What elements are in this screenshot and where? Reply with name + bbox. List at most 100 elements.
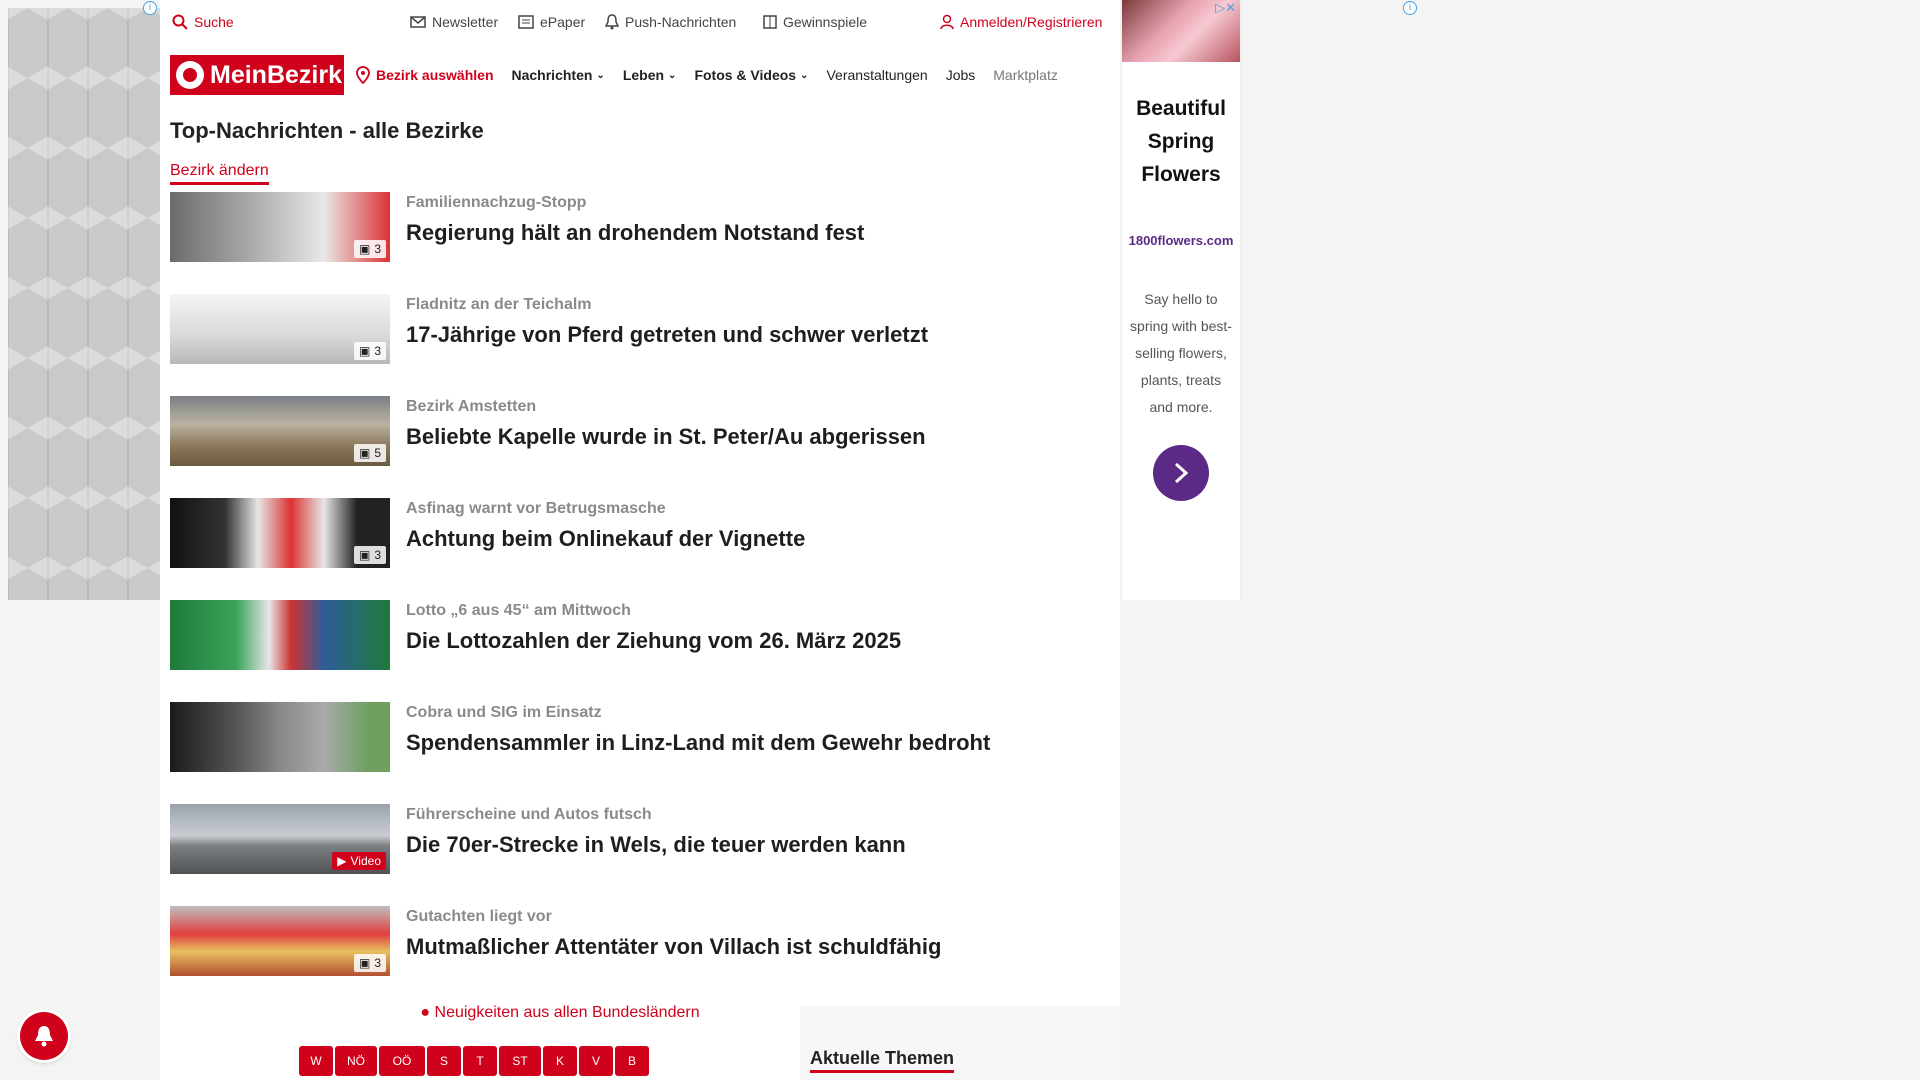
badge-count: 3 [374, 956, 381, 970]
nav-jobs[interactable]: Jobs [946, 67, 976, 83]
article-headline[interactable]: Achtung beim Onlinekauf der Vignette [406, 526, 805, 552]
logo-text: MeinBezirk [210, 60, 342, 89]
article-item[interactable]: Cobra und SIG im Einsatz Spendensammler i… [170, 702, 1110, 804]
notification-bell-button[interactable] [20, 1012, 68, 1060]
right-ad-banner[interactable]: ▷✕ Beautiful Spring Flowers 1800flowers.… [1121, 0, 1241, 600]
article-item[interactable]: ▶ Video Führerscheine und Autos futsch Die… [170, 804, 1110, 906]
topics-panel: Aktuelle Themen [800, 1006, 1120, 1080]
ad-cta-button[interactable] [1153, 445, 1209, 501]
nav-marktplatz-label: Marktplatz [993, 67, 1058, 83]
gewinnspiele-label: Gewinnspiele [783, 14, 868, 30]
article-item[interactable]: ▣ 5 Bezirk Amstetten Beliebte Kapelle wurd… [170, 396, 1110, 498]
page-title: Top-Nachrichten - alle Bezirke [170, 118, 484, 143]
gallery-icon: ▣ [358, 548, 371, 562]
nav-leben-label: Leben [622, 67, 665, 83]
article-headline[interactable]: Mutmaßlicher Attentäter von Villach ist … [406, 934, 941, 960]
gallery-icon: ▣ [358, 446, 371, 460]
login-link[interactable]: Anmelden/Registrieren [940, 14, 1102, 30]
article-headline[interactable]: Spendensammler in Linz-Land mit dem Gewe… [406, 730, 990, 756]
article-thumbnail[interactable]: ▣ 3 [170, 192, 390, 262]
article-thumbnail[interactable] [170, 702, 390, 772]
article-item[interactable]: ▣ 3 Familiennachzug-Stopp Regierung hält a… [170, 192, 1110, 294]
article-kicker: Asfinag warnt vor Betrugsmasche [406, 500, 666, 517]
article-item[interactable]: ▣ 3 Asfinag warnt vor Betrugsmasche Achtun… [170, 498, 1110, 600]
search-link[interactable]: Suche [172, 14, 234, 30]
article-thumbnail[interactable]: ▣ 3 [170, 294, 390, 364]
state-button-k[interactable]: K [543, 1046, 577, 1076]
nav-marktplatz[interactable]: Marktplatz [993, 67, 1058, 83]
epaper-link[interactable]: ePaper [518, 14, 585, 30]
user-icon [940, 14, 954, 30]
article-thumbnail[interactable] [170, 600, 390, 670]
video-badge: ▶ Video [332, 852, 386, 870]
state-button-noe[interactable]: NÖ [335, 1046, 377, 1076]
article-headline[interactable]: Beliebte Kapelle wurde in St. Peter/Au a… [406, 424, 926, 450]
gallery-icon: ▣ [358, 242, 371, 256]
bundeslaender-link[interactable]: ● Neuigkeiten aus allen Bundesländern [320, 1004, 800, 1022]
article-kicker: Familiennachzug-Stopp [406, 194, 587, 211]
logo-sun-icon [176, 61, 204, 89]
left-ad-banner[interactable] [8, 8, 160, 600]
login-label: Anmelden/Registrieren [960, 14, 1103, 30]
gallery-count-badge: ▣ 3 [353, 342, 386, 360]
main-nav: MeinBezirk Bezirk auswählen Nachrichten ⌄… [170, 54, 1110, 96]
state-button-w[interactable]: W [299, 1046, 333, 1076]
article-headline[interactable]: Die Lottozahlen der Ziehung vom 26. März… [406, 628, 901, 654]
state-button-s[interactable]: S [427, 1046, 461, 1076]
ad-info-icon-right[interactable]: i [1403, 1, 1417, 15]
article-item[interactable]: ▣ 3 Fladnitz an der Teichalm 17-Jährige vo… [170, 294, 1110, 396]
article-thumbnail[interactable]: ▣ 5 [170, 396, 390, 466]
top-bar: Suche Newsletter ePaper Push-Nachrichten… [160, 0, 1120, 46]
state-buttons: W NÖ OÖ S T ST K V B [299, 1046, 649, 1076]
chevron-down-icon: ⌄ [800, 69, 809, 81]
bezirk-select-label: Bezirk auswählen [376, 67, 494, 83]
state-button-b[interactable]: B [615, 1046, 649, 1076]
nav-leben[interactable]: Leben ⌄ [623, 67, 677, 83]
article-headline[interactable]: Die 70er-Strecke in Wels, die teuer werd… [406, 832, 906, 858]
gewinnspiele-link[interactable]: Gewinnspiele [763, 14, 867, 30]
gallery-count-badge: ▣ 5 [353, 444, 386, 462]
bell-icon [35, 1026, 53, 1047]
bezirk-select-button[interactable]: Bezirk auswählen [356, 66, 494, 84]
topics-title: Aktuelle Themen [810, 1048, 955, 1073]
state-button-st[interactable]: ST [499, 1046, 541, 1076]
newspaper-icon [518, 15, 534, 29]
article-item[interactable]: ▣ 3 Gutachten liegt vor Mutmaßlicher Atten… [170, 906, 1110, 1008]
article-thumbnail[interactable]: ▶ Video [170, 804, 390, 874]
nav-veranstaltungen[interactable]: Veranstaltungen [826, 67, 927, 83]
gallery-icon: ▣ [358, 956, 371, 970]
article-thumbnail[interactable]: ▣ 3 [170, 906, 390, 976]
article-kicker: Lotto „6 aus 45“ am Mittwoch [406, 602, 631, 619]
article-thumbnail[interactable]: ▣ 3 [170, 498, 390, 568]
article-kicker: Cobra und SIG im Einsatz [406, 704, 602, 721]
site-logo[interactable]: MeinBezirk [170, 55, 344, 95]
location-pin-icon [356, 66, 370, 84]
newsletter-link[interactable]: Newsletter [410, 14, 498, 30]
article-headline[interactable]: Regierung hält an drohendem Notstand fes… [406, 220, 864, 246]
mail-icon [410, 16, 426, 28]
gallery-count-badge: ▣ 3 [353, 546, 386, 564]
article-kicker: Fladnitz an der Teichalm [406, 296, 592, 313]
article-list: ▣ 3 Familiennachzug-Stopp Regierung hält a… [170, 192, 1110, 1008]
gallery-icon: ▣ [358, 344, 371, 358]
nav-jobs-label: Jobs [945, 67, 976, 83]
ad-body: Say hello to spring with best-selling fl… [1130, 291, 1232, 415]
ad-info-icon[interactable]: i [143, 1, 157, 15]
nav-nachrichten[interactable]: Nachrichten ⌄ [512, 67, 605, 83]
nav-fotos-videos[interactable]: Fotos & Videos ⌄ [694, 67, 808, 83]
push-link[interactable]: Push-Nachrichten [605, 14, 736, 30]
article-item[interactable]: Lotto „6 aus 45“ am Mittwoch Die Lottozah… [170, 600, 1110, 702]
state-button-t[interactable]: T [463, 1046, 497, 1076]
newsletter-label: Newsletter [432, 14, 499, 30]
push-label: Push-Nachrichten [625, 14, 737, 30]
ad-close-icon[interactable]: ▷✕ [1215, 0, 1236, 16]
search-label: Suche [194, 14, 234, 30]
gallery-count-badge: ▣ 3 [353, 240, 386, 258]
state-button-v[interactable]: V [579, 1046, 613, 1076]
change-bezirk-link[interactable]: Bezirk ändern [170, 162, 269, 185]
bundeslaender-label: Neuigkeiten aus allen Bundesländern [434, 1004, 700, 1021]
badge-label: Video [350, 854, 381, 868]
epaper-label: ePaper [540, 14, 586, 30]
article-headline[interactable]: 17-Jährige von Pferd getreten und schwer… [406, 322, 928, 348]
state-button-ooe[interactable]: OÖ [379, 1046, 425, 1076]
